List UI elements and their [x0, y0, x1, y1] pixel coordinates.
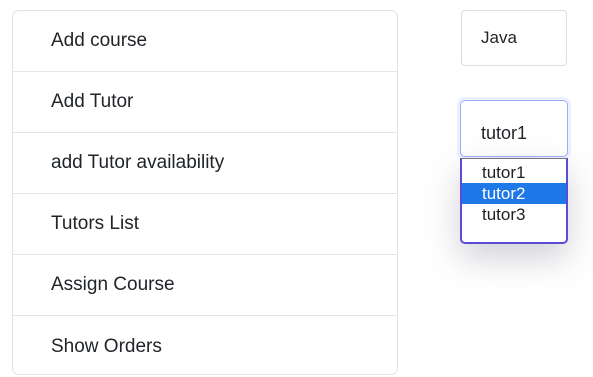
menu-item-add-course[interactable]: Add course — [13, 11, 397, 72]
tutor-option-tutor2[interactable]: tutor2 — [462, 183, 566, 204]
menu-item-label: add Tutor availability — [51, 152, 225, 173]
tutor-dropdown-list: tutor1 tutor2 tutor3 — [460, 158, 568, 244]
tutor-select-value: tutor1 — [481, 123, 528, 143]
tutor-option-tutor1[interactable]: tutor1 — [462, 162, 566, 183]
admin-menu: Add course Add Tutor add Tutor availabil… — [12, 10, 398, 375]
tutor-select[interactable]: tutor1 — [460, 100, 568, 157]
tutor-option-tutor3[interactable]: tutor3 — [462, 204, 566, 225]
menu-item-label: Tutors List — [51, 213, 139, 234]
course-select-value: Java — [481, 28, 517, 47]
menu-item-tutors-list[interactable]: Tutors List — [13, 194, 397, 255]
menu-item-show-orders[interactable]: Show Orders — [13, 316, 397, 374]
menu-item-label: Assign Course — [51, 274, 175, 295]
menu-item-label: Add course — [51, 30, 148, 51]
menu-item-add-tutor[interactable]: Add Tutor — [13, 72, 397, 133]
menu-item-assign-course[interactable]: Assign Course — [13, 255, 397, 316]
menu-item-add-tutor-availability[interactable]: add Tutor availability — [13, 133, 397, 194]
course-select[interactable]: Java — [461, 10, 567, 66]
menu-item-label: Show Orders — [51, 335, 162, 357]
menu-item-label: Add Tutor — [51, 91, 134, 112]
